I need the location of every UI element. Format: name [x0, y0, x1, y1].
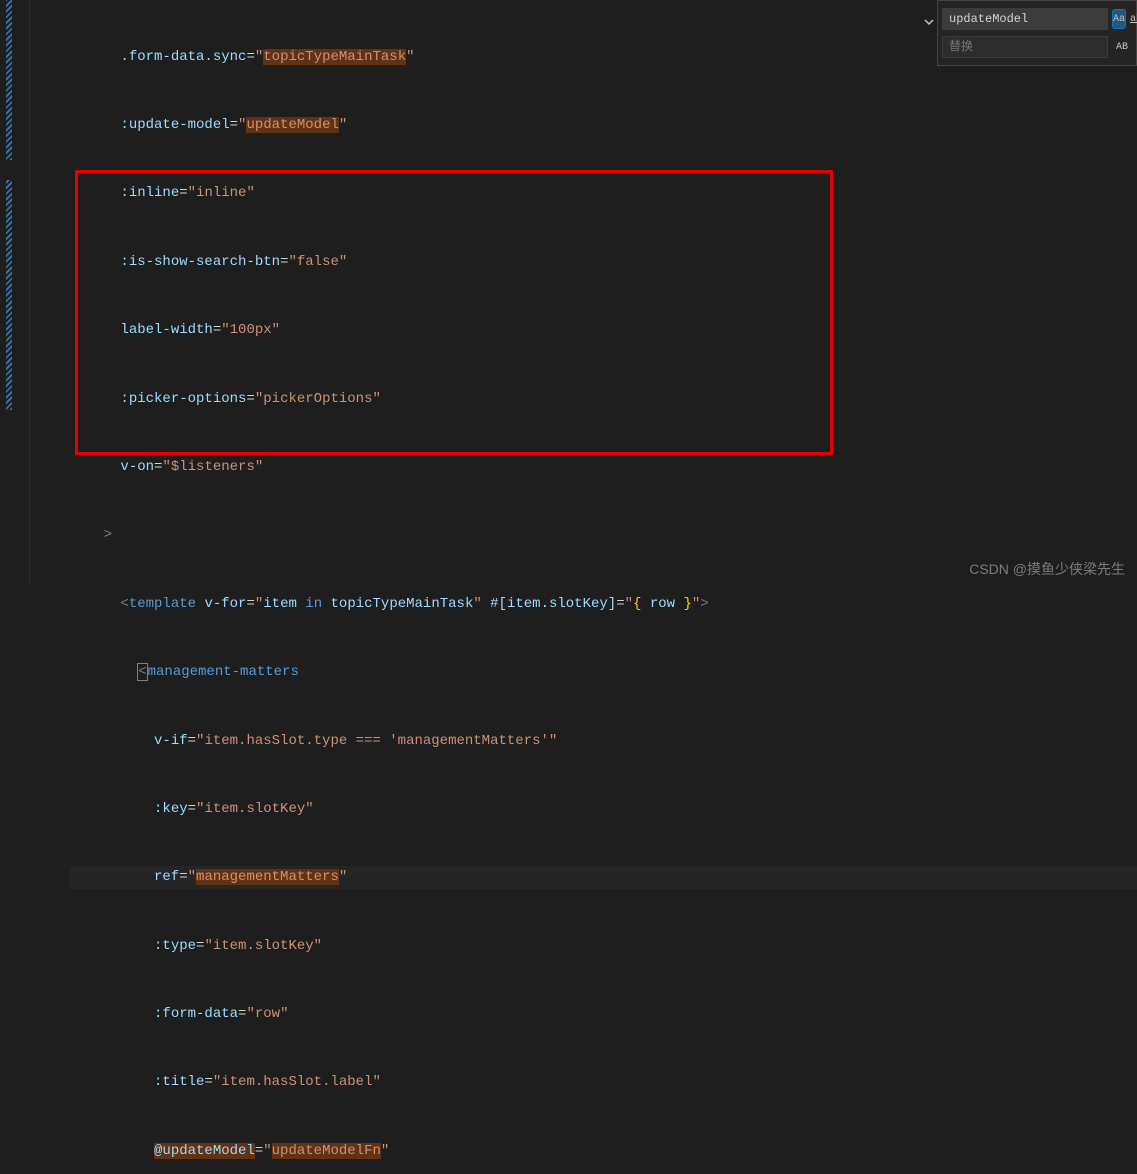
gutter-diff-marker — [6, 180, 12, 410]
replace-input[interactable] — [942, 36, 1108, 58]
toggle-replace-arrow[interactable] — [922, 15, 936, 29]
code-line[interactable]: <template v-for="item in topicTypeMainTa… — [70, 593, 1137, 616]
code-line[interactable]: v-on="$listeners" — [70, 456, 1137, 479]
code-line[interactable]: :key="item.slotKey" — [70, 798, 1137, 821]
preserve-case-button[interactable]: AB — [1112, 37, 1132, 57]
editor-gutter — [0, 0, 30, 587]
code-line[interactable]: :picker-options="pickerOptions" — [70, 388, 1137, 411]
find-replace-panel[interactable]: Aa ab .* AB — [937, 0, 1137, 66]
code-line[interactable]: :form-data="row" — [70, 1003, 1137, 1026]
code-line[interactable]: :title="item.hasSlot.label" — [70, 1071, 1137, 1094]
code-line[interactable]: :update-model="updateModel" — [70, 114, 1137, 137]
watermark-text: CSDN @摸鱼少侠梁先生 — [969, 559, 1125, 579]
case-sensitive-button[interactable]: Aa — [1112, 9, 1126, 29]
code-line[interactable]: label-width="100px" — [70, 319, 1137, 342]
code-line[interactable]: <management-matters — [70, 661, 1137, 684]
whole-word-button[interactable]: ab — [1130, 9, 1137, 29]
code-line[interactable]: :is-show-search-btn="false" — [70, 251, 1137, 274]
code-line[interactable]: :inline="inline" — [70, 182, 1137, 205]
code-line[interactable]: > — [70, 524, 1137, 547]
gutter-diff-marker — [6, 0, 12, 160]
code-line[interactable]: :type="item.slotKey" — [70, 935, 1137, 958]
code-line[interactable]: @updateModel="updateModelFn" — [70, 1140, 1137, 1163]
code-content[interactable]: .form-data.sync="topicTypeMainTask" :upd… — [30, 0, 1137, 1174]
find-input[interactable] — [942, 8, 1108, 30]
code-line-active[interactable]: ref="managementMatters" — [70, 866, 1137, 889]
code-editor[interactable]: .form-data.sync="topicTypeMainTask" :upd… — [0, 0, 1137, 587]
code-line[interactable]: v-if="item.hasSlot.type === 'managementM… — [70, 730, 1137, 753]
chevron-down-icon — [924, 17, 934, 27]
